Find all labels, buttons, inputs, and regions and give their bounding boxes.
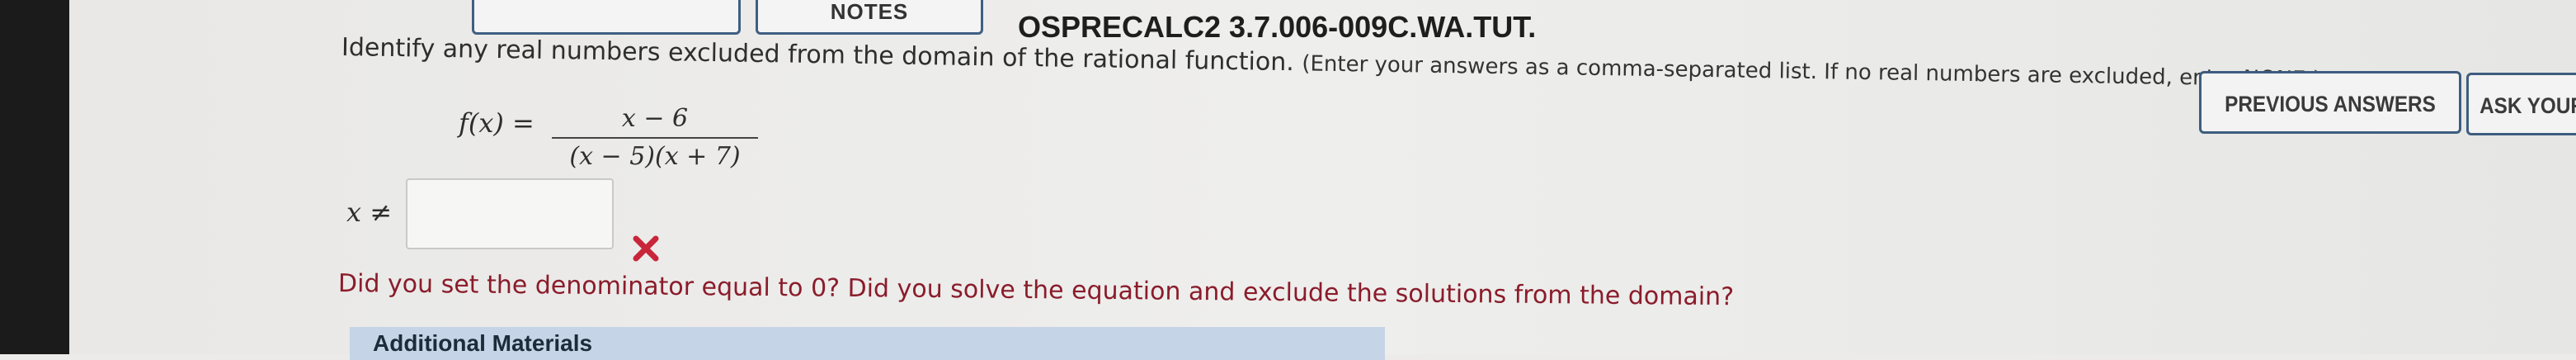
- additional-materials-title: Additional Materials: [373, 330, 593, 356]
- left-edge-panel: [0, 0, 69, 354]
- ask-your-label: ASK YOUR: [2479, 93, 2576, 118]
- notes-button-label: NOTES: [830, 0, 909, 24]
- rational-function: x − 6 (x − 5)(x + 7): [552, 104, 758, 171]
- previous-answers-button[interactable]: PREVIOUS ANSWERS: [2199, 71, 2461, 134]
- instruction-note: (Enter your answers as a comma-separated…: [1302, 51, 2322, 92]
- denominator: (x − 5)(x + 7): [569, 142, 741, 171]
- ask-your-teacher-button[interactable]: ASK YOUR: [2466, 73, 2576, 135]
- function-label: f(x) =: [459, 107, 535, 139]
- notes-button[interactable]: NOTES: [756, 0, 983, 35]
- previous-answers-label: PREVIOUS ANSWERS: [2225, 92, 2436, 116]
- question-page: NOTES OSPRECALC2 3.7.006-009C.WA.TUT. Id…: [69, 0, 2576, 360]
- fraction-bar: [552, 137, 758, 139]
- question-id: OSPRECALC2 3.7.006-009C.WA.TUT.: [1018, 10, 1537, 44]
- additional-materials-bar[interactable]: Additional Materials: [350, 327, 1385, 360]
- answer-input[interactable]: [406, 178, 614, 249]
- feedback-message: Did you set the denominator equal to 0? …: [337, 269, 1735, 312]
- x-mark-icon: [633, 235, 659, 262]
- numerator: x − 6: [621, 104, 689, 133]
- top-button-1[interactable]: [472, 0, 741, 35]
- answer-label: x ≠: [346, 197, 393, 228]
